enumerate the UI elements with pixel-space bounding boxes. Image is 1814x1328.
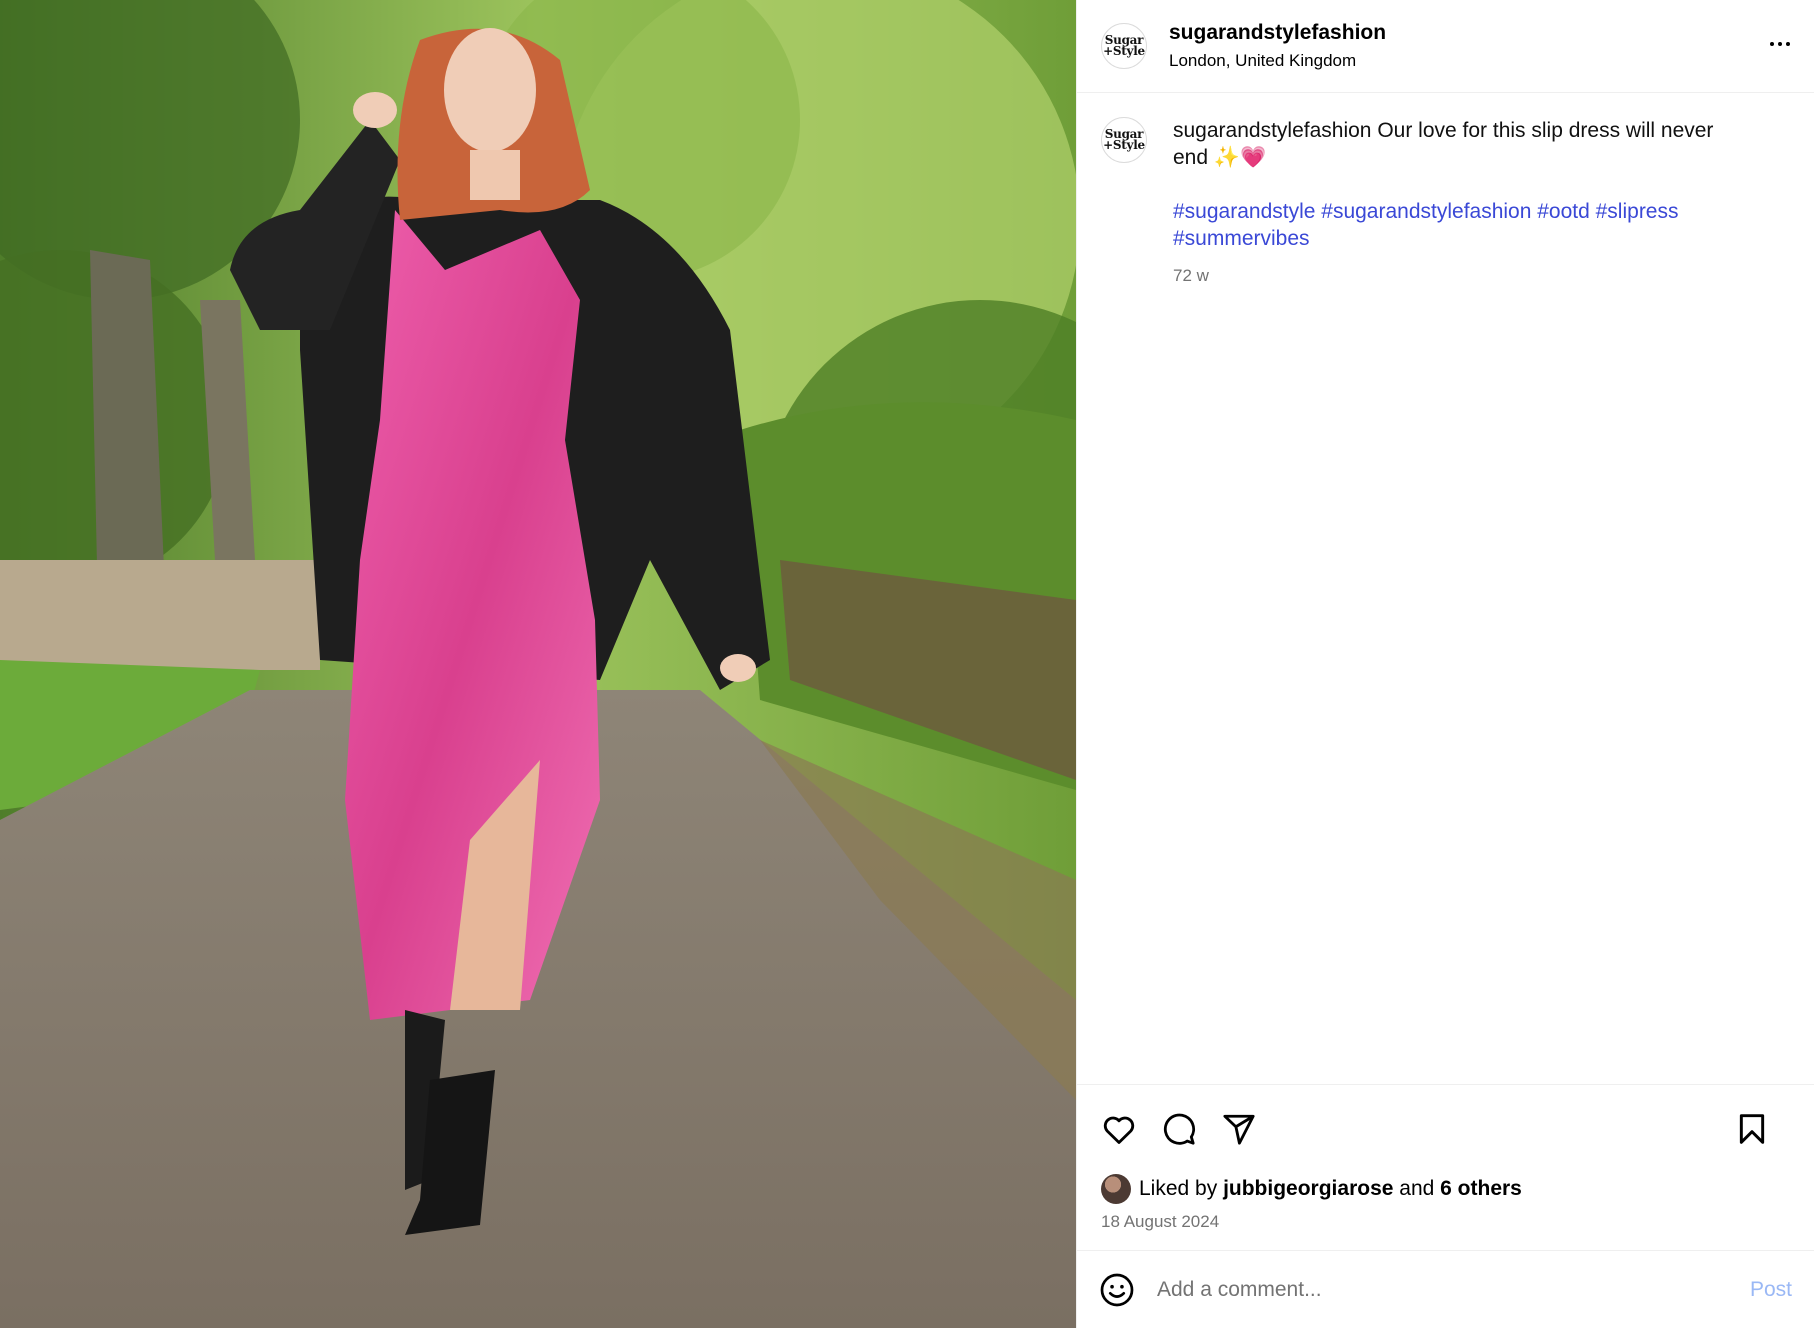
more-options-icon[interactable] [1760,24,1800,64]
heart-icon[interactable] [1099,1109,1139,1149]
profile-avatar[interactable]: Sugar +Style [1101,23,1147,69]
likes-summary: Liked by jubbigeorgiarose and 6 others [1077,1172,1814,1206]
likes-prefix: Liked by [1139,1177,1218,1200]
action-bar [1077,1084,1814,1172]
likes-others[interactable]: 6 others [1440,1177,1522,1201]
comment-bar: Post [1077,1250,1814,1328]
caption-avatar[interactable]: Sugar +Style [1101,117,1147,163]
avatar-logo: Sugar +Style [1103,33,1145,58]
post-date[interactable]: 18 August 2024 [1077,1206,1814,1250]
caption-username[interactable]: sugarandstylefashion [1173,119,1371,142]
comment-input[interactable] [1155,1276,1750,1303]
caption-section: Sugar +Style sugarandstylefashion Our lov… [1077,93,1814,1084]
likes-and: and [1399,1177,1435,1200]
post-comment-button[interactable]: Post [1750,1278,1792,1302]
post-header: Sugar +Style sugarandstylefashion London,… [1077,0,1814,93]
post-location[interactable]: London, United Kingdom [1169,51,1386,71]
post-username[interactable]: sugarandstylefashion [1169,21,1386,45]
caption-text: sugarandstylefashion Our love for this s… [1173,117,1753,171]
bookmark-icon[interactable] [1732,1109,1772,1149]
liker-username[interactable]: jubbigeorgiarose [1223,1177,1393,1201]
liker-avatar[interactable] [1101,1174,1131,1204]
caption-hashtags[interactable]: #sugarandstyle #sugarandstylefashion #oo… [1173,198,1753,252]
avatar-logo: Sugar +Style [1103,127,1145,152]
emoji-icon[interactable] [1099,1272,1135,1308]
post-side-panel: Sugar +Style sugarandstylefashion London,… [1076,0,1814,1328]
comment-icon[interactable] [1159,1109,1199,1149]
post-time-ago[interactable]: 72 w [1173,262,1753,289]
post-image [0,0,1076,1328]
send-icon[interactable] [1219,1109,1259,1149]
post-photo[interactable] [0,0,1076,1328]
